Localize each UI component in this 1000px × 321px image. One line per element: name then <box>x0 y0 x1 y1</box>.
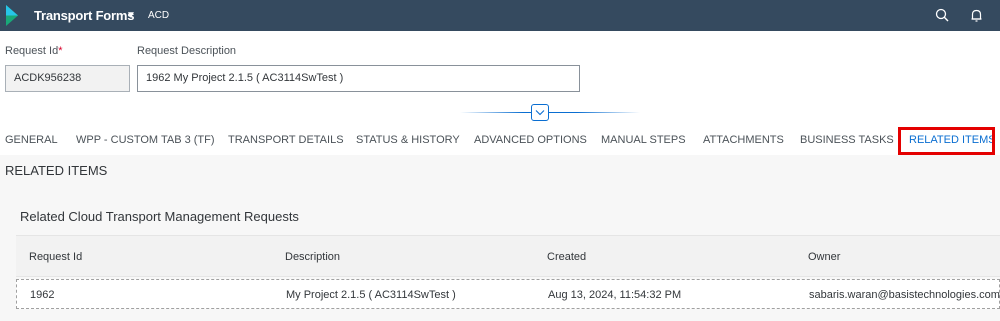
request-id-field[interactable]: ACDK956238 <box>5 65 130 92</box>
cell-description: My Project 2.1.5 ( AC3114SwTest ) <box>286 289 456 301</box>
tab-highlight-box <box>898 127 995 155</box>
tab-general[interactable]: GENERAL <box>5 125 58 155</box>
tab-status-history[interactable]: STATUS & HISTORY <box>356 125 460 155</box>
chevron-down-icon <box>535 110 545 116</box>
column-header-owner[interactable]: Owner <box>808 251 840 263</box>
related-items-section: RELATED ITEMS Related Cloud Transport Ma… <box>0 155 1000 321</box>
app-subtitle: ACD <box>148 10 170 21</box>
required-marker: * <box>58 45 63 57</box>
cell-request-id: 1962 <box>30 289 55 301</box>
tab-wpp-custom[interactable]: WPP - CUSTOM TAB 3 (TF) <box>76 125 215 155</box>
search-icon[interactable] <box>934 7 951 24</box>
panel-title: Related Cloud Transport Management Reque… <box>20 209 299 224</box>
shell-bar: Transport Forms ▼ ACD <box>0 0 1000 31</box>
cell-owner: sabaris.waran@basistechnologies.com <box>809 289 1000 301</box>
app-title[interactable]: Transport Forms <box>34 8 134 23</box>
collapse-header-button[interactable] <box>531 104 549 121</box>
column-header-description[interactable]: Description <box>285 251 340 263</box>
tab-attachments[interactable]: ATTACHMENTS <box>703 125 784 155</box>
tab-bar: GENERAL WPP - CUSTOM TAB 3 (TF) TRANSPOR… <box>0 125 1000 155</box>
logo-icon[interactable] <box>6 5 18 26</box>
bell-icon[interactable] <box>968 7 985 24</box>
object-header: Request Id* Request Description ACDK9562… <box>0 31 1000 155</box>
table-row[interactable]: 1962 My Project 2.1.5 ( AC3114SwTest ) A… <box>16 279 1000 309</box>
tab-business-tasks[interactable]: BUSINESS TASKS <box>800 125 894 155</box>
column-header-request-id[interactable]: Request Id <box>29 251 82 263</box>
request-description-label: Request Description <box>137 45 237 57</box>
chevron-down-icon[interactable]: ▼ <box>124 9 138 23</box>
request-description-field[interactable]: 1962 My Project 2.1.5 ( AC3114SwTest ) <box>137 65 580 92</box>
header-divider <box>460 112 640 113</box>
section-title: RELATED ITEMS <box>5 163 108 178</box>
table-header: Request Id Description Created Owner <box>16 235 1000 277</box>
tab-transport-details[interactable]: TRANSPORT DETAILS <box>228 125 344 155</box>
cell-created: Aug 13, 2024, 11:54:32 PM <box>548 289 682 301</box>
column-header-created[interactable]: Created <box>547 251 586 263</box>
tab-manual-steps[interactable]: MANUAL STEPS <box>601 125 686 155</box>
request-id-label: Request Id* <box>5 45 63 57</box>
tab-advanced-options[interactable]: ADVANCED OPTIONS <box>474 125 587 155</box>
